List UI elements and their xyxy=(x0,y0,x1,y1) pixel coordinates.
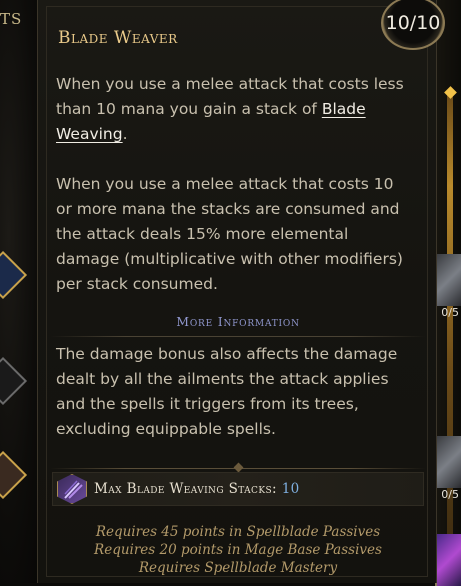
node-points: 0/5 xyxy=(441,306,459,319)
stat-name: Max Blade Weaving Stacks: xyxy=(94,481,282,497)
more-information-heading: More Information xyxy=(176,314,300,329)
node-points: 0/5 xyxy=(441,488,459,501)
requirement-line: Requires 20 points in Mage Base Passives xyxy=(94,542,382,558)
description-paragraph: When you use a melee attack that costs l… xyxy=(56,72,408,147)
tree-header-fragment: TS xyxy=(0,10,23,28)
skill-title: Blade Weaver xyxy=(58,28,178,48)
skill-node[interactable] xyxy=(435,436,461,488)
skill-tooltip: Blade Weaver 10/10 When you use a melee … xyxy=(37,0,445,583)
section-divider xyxy=(50,336,426,337)
skill-node[interactable] xyxy=(435,254,461,306)
description-punctuation: . xyxy=(122,125,128,143)
more-information-paragraph: The damage bonus also affects the damage… xyxy=(56,345,398,438)
skill-node[interactable] xyxy=(435,534,461,586)
divider-ornament-icon xyxy=(233,462,244,473)
stat-row: Max Blade Weaving Stacks: 10 xyxy=(52,472,424,506)
requirement-line: Requires 45 points in Spellblade Passive… xyxy=(95,524,381,540)
stat-label: Max Blade Weaving Stacks: 10 xyxy=(94,481,300,497)
stat-value: 10 xyxy=(281,481,300,497)
description-paragraph: When you use a melee attack that costs 1… xyxy=(56,175,403,293)
requirement-line: Requires Spellblade Mastery xyxy=(138,560,338,576)
blade-weaving-icon xyxy=(57,474,87,504)
points-badge: 10/10 xyxy=(381,0,445,50)
